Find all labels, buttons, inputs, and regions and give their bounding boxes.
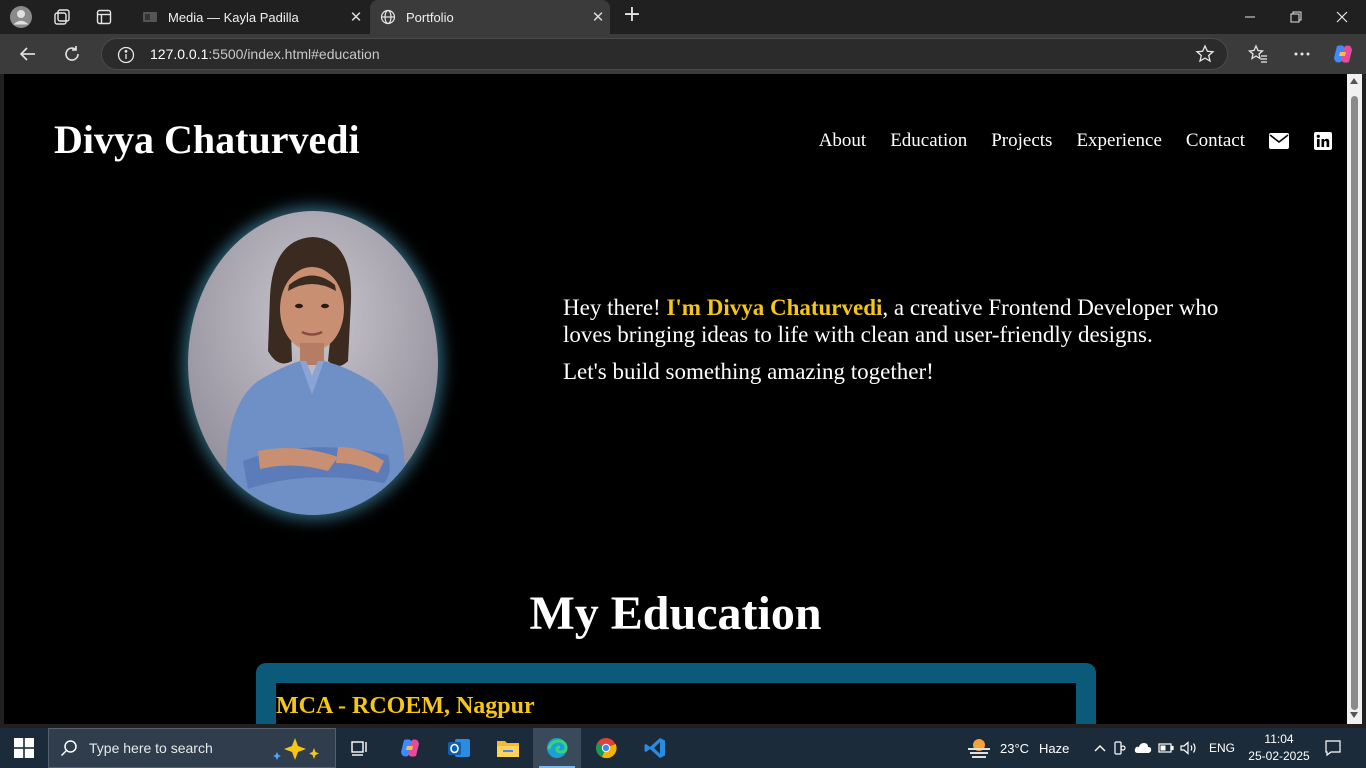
education-card-inner: MCA - RCOEM, Nagpur	[276, 683, 1076, 724]
favorites-icon[interactable]	[1246, 42, 1270, 66]
close-window-button[interactable]	[1319, 0, 1365, 34]
copilot-app-icon[interactable]	[386, 728, 434, 768]
scroll-up-arrow-icon[interactable]	[1350, 78, 1358, 84]
clock-date: 25-02-2025	[1248, 749, 1310, 763]
tab-portfolio[interactable]: Portfolio ✕	[370, 0, 610, 34]
intro-name: I'm Divya Chaturvedi	[666, 295, 883, 320]
back-arrow-icon[interactable]	[16, 42, 40, 66]
taskbar-search-box[interactable]: Type here to search	[48, 728, 336, 768]
intro-paragraph: Hey there! I'm Divya Chaturvedi, a creat…	[563, 295, 1219, 347]
email-icon[interactable]	[1269, 131, 1289, 151]
clock-time: 11:04	[1264, 732, 1294, 746]
weather-widget[interactable]: 23°C Haze	[966, 728, 1069, 768]
favorite-star-icon[interactable]	[1195, 44, 1215, 64]
onedrive-cloud-icon[interactable]	[1131, 742, 1155, 754]
nav-experience[interactable]: Experience	[1076, 130, 1161, 152]
restore-button[interactable]	[1273, 0, 1319, 34]
windows-taskbar: Type here to search 23°C Haze ENG 11:04 …	[0, 728, 1366, 768]
url-text: 127.0.0.1:5500/index.html#education	[150, 46, 380, 62]
input-language[interactable]: ENG	[1209, 741, 1235, 755]
weather-temp: 23°C	[1000, 740, 1030, 756]
taskbar-clock[interactable]: 11:04 25-02-2025	[1248, 731, 1310, 765]
scroll-down-arrow-icon[interactable]	[1350, 712, 1358, 718]
vscode-icon[interactable]	[631, 728, 679, 768]
linkedin-icon[interactable]	[1313, 131, 1333, 151]
refresh-icon[interactable]	[60, 42, 84, 66]
outlook-icon[interactable]	[435, 728, 483, 768]
search-placeholder: Type here to search	[89, 740, 213, 756]
weather-haze-icon	[966, 736, 992, 761]
weather-condition: Haze	[1039, 740, 1070, 756]
tab-title: Media — Kayla Padilla	[168, 9, 299, 25]
site-nav: About Education Projects Experience Cont…	[795, 130, 1333, 152]
meet-now-icon[interactable]	[1109, 741, 1131, 755]
file-explorer-icon[interactable]	[484, 728, 532, 768]
edge-browser-icon[interactable]	[533, 728, 581, 768]
browser-toolbar: 127.0.0.1:5500/index.html#education	[0, 34, 1366, 74]
page-scrollbar[interactable]	[1347, 74, 1362, 724]
workspaces-icon[interactable]	[50, 5, 74, 29]
nav-projects[interactable]: Projects	[991, 130, 1052, 152]
show-hidden-icons-chevron-icon[interactable]	[1091, 744, 1109, 752]
browser-tab-bar: Media — Kayla Padilla ✕ Portfolio ✕ +	[0, 0, 1366, 34]
copilot-icon[interactable]	[1331, 42, 1355, 66]
education-card: MCA - RCOEM, Nagpur	[256, 663, 1096, 724]
chrome-icon[interactable]	[582, 728, 630, 768]
tab-media[interactable]: Media — Kayla Padilla ✕	[132, 0, 368, 34]
windows-start-button[interactable]	[0, 728, 48, 768]
site-info-icon[interactable]	[116, 45, 136, 65]
volume-icon[interactable]	[1177, 741, 1201, 755]
minimize-button[interactable]	[1227, 0, 1273, 34]
nav-about[interactable]: About	[819, 130, 867, 152]
battery-icon[interactable]	[1155, 743, 1177, 753]
address-bar[interactable]: 127.0.0.1:5500/index.html#education	[101, 38, 1228, 70]
site-logo[interactable]: Divya Chaturvedi	[54, 116, 360, 163]
nav-education[interactable]: Education	[890, 130, 967, 152]
profile-photo	[188, 211, 438, 515]
task-view-icon[interactable]	[336, 728, 384, 768]
education-degree: MCA - RCOEM, Nagpur	[276, 693, 535, 719]
system-tray: ENG	[1091, 728, 1235, 768]
tab-title: Portfolio	[406, 9, 454, 25]
site-favicon-icon	[142, 9, 158, 25]
sparkle-icon	[269, 736, 325, 767]
profile-avatar-icon[interactable]	[9, 5, 33, 29]
nav-contact[interactable]: Contact	[1186, 130, 1245, 152]
search-icon	[49, 739, 89, 757]
education-heading: My Education	[529, 587, 822, 640]
scrollbar-thumb[interactable]	[1351, 96, 1358, 710]
globe-icon	[380, 9, 396, 25]
tab-actions-icon[interactable]	[92, 5, 116, 29]
close-tab-icon[interactable]: ✕	[344, 8, 368, 26]
intro-text: Hey there! I'm Divya Chaturvedi, a creat…	[563, 294, 1223, 385]
new-tab-button[interactable]: +	[620, 4, 644, 28]
more-options-icon[interactable]	[1290, 42, 1314, 66]
close-tab-icon[interactable]: ✕	[586, 8, 610, 26]
notification-center-icon[interactable]	[1320, 728, 1346, 768]
page-viewport: Divya Chaturvedi About Education Project…	[4, 74, 1347, 724]
intro-cta: Let's build something amazing together!	[563, 359, 934, 384]
